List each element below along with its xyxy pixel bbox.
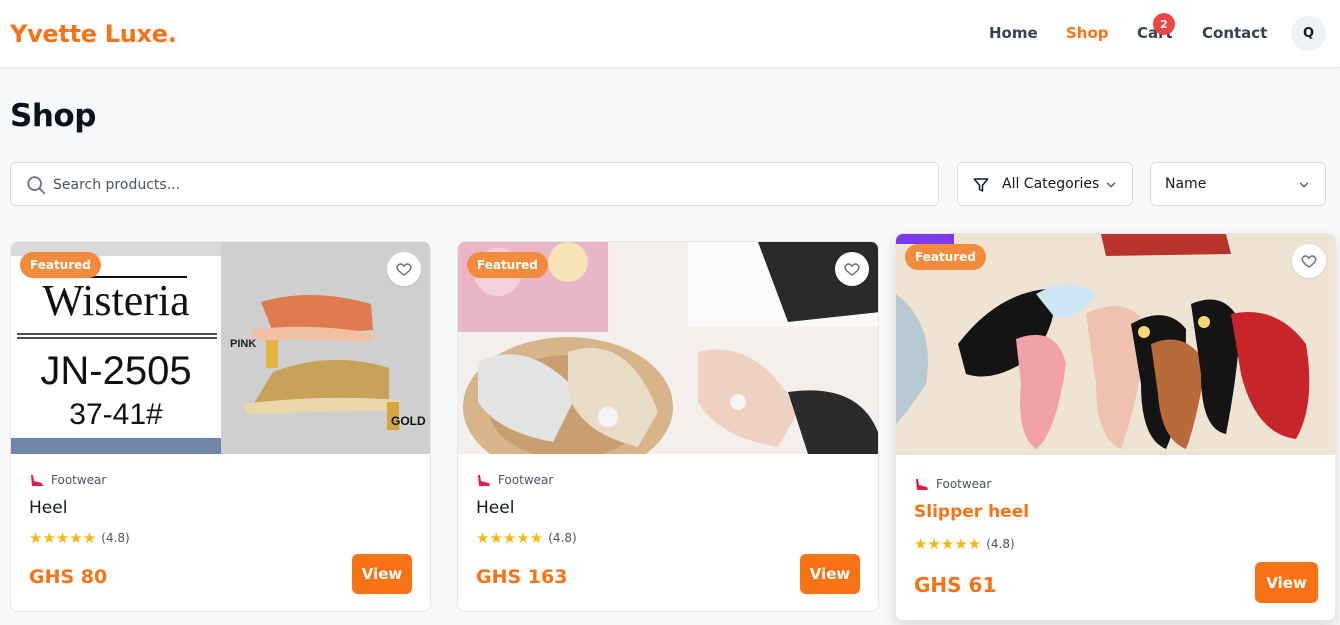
product-name[interactable]: Heel (29, 498, 67, 518)
category-label: Footwear (498, 473, 554, 487)
chevron-down-icon (1299, 182, 1309, 188)
favorite-button[interactable] (387, 252, 421, 286)
rating-value: (4.8) (101, 531, 130, 545)
heart-icon (844, 263, 860, 276)
nav-home[interactable]: Home (989, 24, 1038, 42)
chevron-down-icon (1106, 182, 1116, 188)
star-rating-icon: ★★★★★ (29, 529, 97, 547)
user-avatar[interactable]: Q (1291, 16, 1326, 51)
heart-icon (1301, 255, 1317, 268)
category-select-value: All Categories (1002, 176, 1100, 192)
product-category: Footwear (29, 473, 106, 487)
star-rating-icon: ★★★★★ (914, 535, 982, 553)
image-brand-text: Wisteria (42, 276, 189, 325)
product-category: Footwear (476, 473, 553, 487)
product-rating: ★★★★★ (4.8) (914, 535, 1015, 553)
image-pink-label: PINK (230, 338, 256, 350)
product-name[interactable]: Slipper heel (914, 502, 1029, 522)
nav-shop[interactable]: Shop (1066, 24, 1109, 42)
view-button[interactable]: View (1255, 562, 1318, 603)
featured-badge: Featured (20, 252, 101, 278)
cart-count-badge: 2 (1153, 13, 1175, 35)
high-heel-icon (31, 475, 43, 486)
favorite-button[interactable] (1292, 244, 1326, 278)
sort-select-value: Name (1165, 176, 1207, 192)
product-name[interactable]: Heel (476, 498, 514, 518)
product-image[interactable]: Featured (896, 234, 1335, 455)
heart-icon (396, 263, 412, 276)
product-rating: ★★★★★ (4.8) (476, 529, 577, 547)
category-label: Footwear (936, 477, 992, 491)
product-card[interactable]: Featured Footwear Heel ★★★★★ (4.8) GHS 1… (457, 241, 879, 612)
product-rating: ★★★★★ (4.8) (29, 529, 130, 547)
filter-icon (973, 178, 989, 192)
product-card[interactable]: Featured Footwear Slipper heel ★★★★★ (4.… (895, 233, 1336, 621)
high-heel-icon (916, 479, 928, 490)
sort-select[interactable]: Name (1150, 162, 1326, 206)
page-title: Shop (10, 98, 96, 134)
favorite-button[interactable] (835, 252, 869, 286)
image-gold-label: GOLD (391, 414, 426, 428)
search-input[interactable] (53, 173, 913, 197)
product-price: GHS 163 (476, 566, 568, 588)
product-card[interactable]: Wisteria JN-2505 37-41# PINK GOLD Featur… (10, 241, 431, 612)
brand-logo[interactable]: Yvette Luxe. (10, 20, 177, 48)
image-code-text: JN-2505 (40, 349, 191, 393)
category-select[interactable]: All Categories (957, 162, 1133, 206)
search-icon (27, 176, 46, 195)
nav-contact[interactable]: Contact (1202, 24, 1267, 42)
site-header: Yvette Luxe. Home Shop Cart 2 Contact Q (0, 0, 1340, 68)
featured-badge: Featured (467, 252, 548, 278)
high-heel-icon (478, 475, 490, 486)
rating-value: (4.8) (548, 531, 577, 545)
product-image[interactable]: Wisteria JN-2505 37-41# PINK GOLD Featur… (11, 242, 430, 454)
view-button[interactable]: View (352, 554, 412, 594)
product-price: GHS 61 (914, 573, 997, 597)
rating-value: (4.8) (986, 537, 1015, 551)
product-image[interactable]: Featured (458, 242, 878, 454)
category-label: Footwear (51, 473, 107, 487)
image-sizes-text: 37-41# (69, 398, 163, 431)
search-field[interactable] (10, 162, 939, 206)
product-price: GHS 80 (29, 566, 108, 588)
product-category: Footwear (914, 477, 991, 491)
featured-badge: Featured (905, 244, 986, 270)
star-rating-icon: ★★★★★ (476, 529, 544, 547)
view-button[interactable]: View (800, 554, 860, 594)
